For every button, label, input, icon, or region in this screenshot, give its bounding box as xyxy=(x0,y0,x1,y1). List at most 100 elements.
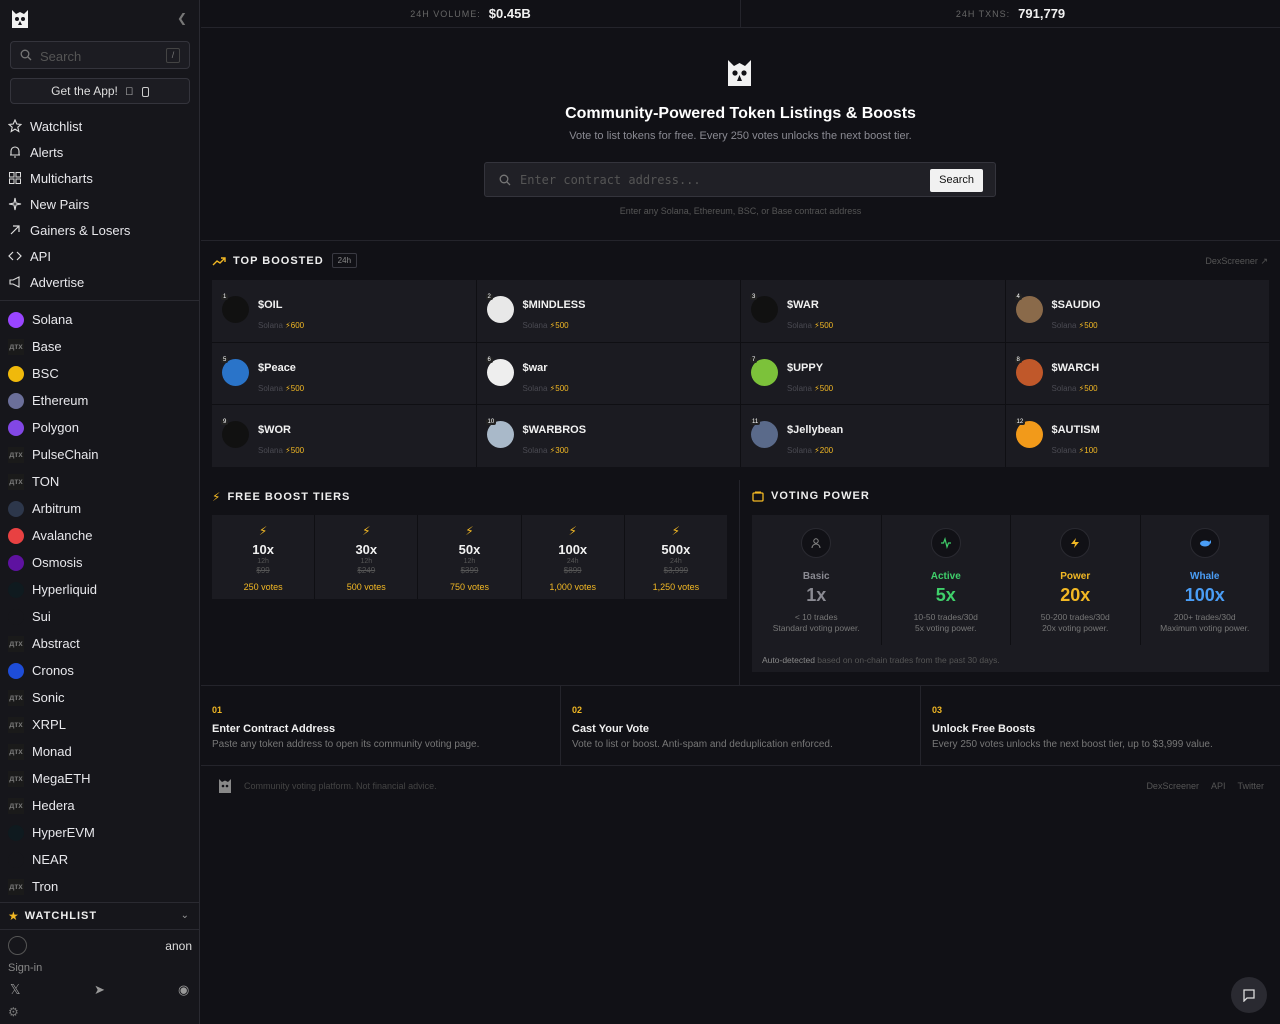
sidebar-item-watchlist[interactable]: Watchlist xyxy=(0,113,199,139)
sidebar-item-chain[interactable]: дтх XRPL xyxy=(0,711,199,738)
sidebar-item-alerts[interactable]: Alerts xyxy=(0,139,199,165)
sidebar-item-chain[interactable]: Polygon xyxy=(0,414,199,441)
search-icon xyxy=(499,174,511,186)
voting-level-requirement: 10-50 trades/30d xyxy=(913,612,978,622)
sidebar-item-new-pairs[interactable]: New Pairs xyxy=(0,191,199,217)
token-card[interactable]: 10 $WARBROS Solana ⚡300 xyxy=(476,405,740,467)
gear-icon[interactable]: ⚙ xyxy=(8,1005,19,1019)
sidebar-item-chain[interactable]: NEAR xyxy=(0,846,199,873)
token-card[interactable]: 3 $WAR Solana ⚡500 xyxy=(741,280,1005,342)
voting-level-multiplier: 1x xyxy=(806,585,827,605)
sidebar-item-chain[interactable]: Ethereum xyxy=(0,387,199,414)
token-boost-count: 200 xyxy=(819,446,834,456)
activity-icon xyxy=(930,528,961,558)
auto-detected-label: Auto-detected xyxy=(762,655,815,665)
dexscreener-link[interactable]: DexScreener ↗ xyxy=(1205,256,1268,267)
sidebar-item-chain[interactable]: HyperEVM xyxy=(0,819,199,846)
sidebar-item-label: New Pairs xyxy=(30,196,90,212)
token-card[interactable]: 8 $WARCH Solana ⚡500 xyxy=(1005,342,1269,405)
contract-address-input[interactable]: Enter contract address... Search xyxy=(484,162,996,197)
sidebar-item-chain[interactable]: дтх Hedera xyxy=(0,792,199,819)
sidebar-item-chain[interactable]: дтх MegaETH xyxy=(0,765,199,792)
token-meta: Solana ⚡100 xyxy=(1052,446,1098,455)
sidebar-item-chain[interactable]: Avalanche xyxy=(0,522,199,549)
sidebar-search-input[interactable]: Search / xyxy=(10,41,190,69)
token-rank-badge: 5 xyxy=(221,356,229,363)
token-card[interactable]: 5 $Peace Solana ⚡500 xyxy=(212,342,476,405)
x-twitter-icon[interactable]: 𝕏 xyxy=(10,982,20,998)
chain-label: Avalanche xyxy=(32,528,93,543)
chain-label: BSC xyxy=(32,366,59,381)
bolt-icon: ⚡ xyxy=(258,524,268,538)
token-meta: Solana ⚡500 xyxy=(258,384,304,393)
sidebar-item-chain[interactable]: Cronos xyxy=(0,657,199,684)
token-chain: Solana xyxy=(787,321,812,330)
token-chain: Solana xyxy=(787,446,812,456)
sidebar-item-chain[interactable]: Sui xyxy=(0,603,199,630)
bell-icon xyxy=(10,146,20,158)
avatar[interactable] xyxy=(8,936,27,955)
sidebar-item-chain[interactable]: дтх TON xyxy=(0,468,199,495)
token-symbol: $AUTISM xyxy=(1051,424,1100,437)
telegram-icon[interactable]: ➤ xyxy=(94,982,105,998)
search-button[interactable]: Search xyxy=(930,169,983,192)
sidebar-item-advertise[interactable]: Advertise xyxy=(0,269,199,295)
chain-label: Hyperliquid xyxy=(32,582,98,597)
user-row[interactable]: anon xyxy=(8,936,192,956)
sidebar-item-chain[interactable]: Arbitrum xyxy=(0,495,199,522)
boost-tier-card: ⚡ 10x 12h $99 250 votes xyxy=(212,515,315,599)
chain-label: Sui xyxy=(32,609,51,624)
sidebar-item-chain[interactable]: Osmosis xyxy=(0,549,199,576)
sidebar-item-chain[interactable]: дтх Tron xyxy=(0,873,199,900)
get-app-button[interactable]: Get the App!  xyxy=(10,78,190,104)
tier-duration: 12h xyxy=(360,558,373,565)
user-name: anon xyxy=(165,939,192,953)
sidebar-item-chain[interactable]: Hyperliquid xyxy=(0,576,199,603)
chat-button[interactable] xyxy=(1231,977,1267,1013)
bolt-icon: ⚡ xyxy=(282,446,291,456)
token-card[interactable]: 9 $WOR Solana ⚡500 xyxy=(212,405,476,467)
voting-level-card: Whale 100x 200+ trades/30d Maximum voting p… xyxy=(1140,515,1269,645)
chain-logo-icon xyxy=(8,392,24,409)
token-meta: Solana ⚡300 xyxy=(523,446,569,455)
sidebar-item-chain[interactable]: дтх Base xyxy=(0,333,199,360)
chain-logo-icon xyxy=(8,527,24,544)
discord-icon[interactable]: ◉ xyxy=(178,982,189,998)
sidebar-item-chain[interactable]: Solana xyxy=(0,306,199,333)
sidebar-item-api[interactable]: API xyxy=(0,243,199,269)
token-card[interactable]: 11 $Jellybean Solana ⚡200 xyxy=(741,405,1005,467)
footer-link-api[interactable]: API xyxy=(1211,781,1226,791)
voting-level-requirement: < 10 trades xyxy=(794,612,838,622)
footer-link-dexscreener[interactable]: DexScreener xyxy=(1146,781,1199,791)
token-card[interactable]: 1 $OIL Solana ⚡600 xyxy=(212,280,476,342)
token-symbol: $UPPY xyxy=(787,361,824,374)
sidebar-item-chain[interactable]: дтх Monad xyxy=(0,738,199,765)
token-symbol: $Peace xyxy=(258,361,296,374)
boost-tier-card: ⚡ 500x 24h $3,999 1,250 votes xyxy=(624,515,727,599)
watchlist-header[interactable]: ★ WATCHLIST ⌄ xyxy=(0,902,199,930)
tier-duration: 12h xyxy=(257,558,269,565)
voting-level-description: Maximum voting power. xyxy=(1160,623,1250,633)
sidebar-item-chain[interactable]: дтх PulseChain xyxy=(0,441,199,468)
top-boosted-header: TOP BOOSTED 24h xyxy=(212,253,358,268)
sidebar-item-multicharts[interactable]: Multicharts xyxy=(0,165,199,191)
sidebar-item-chain[interactable]: дтх Sonic xyxy=(0,684,199,711)
token-card[interactable]: 6 $war Solana ⚡500 xyxy=(476,342,740,405)
sidebar-item-chain[interactable]: BSC xyxy=(0,360,199,387)
star-icon xyxy=(8,119,22,133)
voting-level-requirement: 200+ trades/30d xyxy=(1173,612,1236,622)
token-card[interactable]: 7 $UPPY Solana ⚡500 xyxy=(741,342,1005,405)
token-card[interactable]: 4 $SAUDIO Solana ⚡500 xyxy=(1005,280,1269,342)
sign-in-link[interactable]: Sign-in xyxy=(8,962,42,974)
sidebar-item-gainers-losers[interactable]: Gainers & Losers xyxy=(0,217,199,243)
external-link-icon: ↗ xyxy=(1260,256,1268,266)
footer-link-twitter[interactable]: Twitter xyxy=(1237,781,1264,791)
timeframe-pill[interactable]: 24h xyxy=(331,253,358,268)
token-card[interactable]: 2 $MINDLESS Solana ⚡500 xyxy=(476,280,740,342)
owl-logo-icon[interactable] xyxy=(10,8,30,30)
chevron-down-icon[interactable]: ⌄ xyxy=(181,910,189,921)
voting-level-requirement: 50-200 trades/30d xyxy=(1040,612,1110,622)
collapse-chevron-icon[interactable]: ❮ xyxy=(177,11,187,25)
token-card[interactable]: 12 $AUTISM Solana ⚡100 xyxy=(1005,405,1269,467)
sidebar-item-chain[interactable]: дтх Abstract xyxy=(0,630,199,657)
